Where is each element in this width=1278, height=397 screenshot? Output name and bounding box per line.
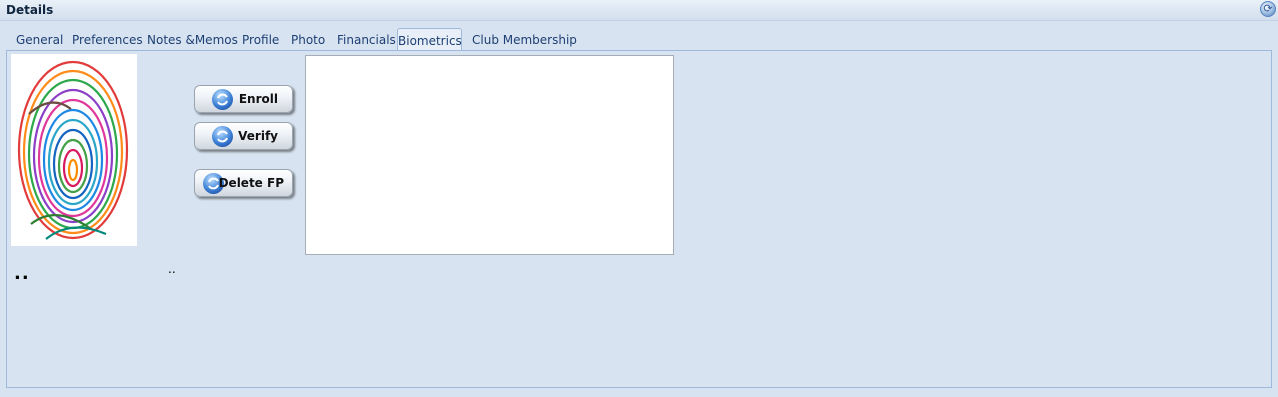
enroll-button-label: Enroll: [238, 92, 278, 106]
tab-notes-memos[interactable]: Notes &Memos: [147, 28, 238, 50]
refresh-arrows-icon: [212, 89, 233, 110]
fingerprint-image: [11, 54, 137, 246]
status-text-right: ..: [168, 262, 176, 276]
tab-profile[interactable]: Profile: [242, 28, 279, 50]
fingerprint-preview-box: [305, 55, 674, 255]
tab-club-membership[interactable]: Club Membership: [472, 28, 577, 50]
delete-fp-button-label: Delete FP: [218, 176, 284, 190]
tab-photo[interactable]: Photo: [291, 28, 325, 50]
tab-financials[interactable]: Financials: [337, 28, 396, 50]
verify-button-label: Verify: [238, 129, 278, 143]
refresh-icon[interactable]: ⟳: [1260, 1, 1276, 17]
tab-biometrics[interactable]: Biometrics: [397, 28, 462, 51]
delete-fp-button[interactable]: Delete FP: [194, 169, 293, 197]
status-text-left: ..: [14, 263, 30, 284]
verify-button[interactable]: Verify: [194, 122, 293, 150]
window-title: Details: [6, 3, 54, 17]
enroll-button[interactable]: Enroll: [194, 85, 293, 113]
title-bar: Details ⟳: [0, 0, 1278, 21]
tab-general[interactable]: General: [16, 28, 63, 50]
refresh-arrows-icon: [212, 126, 233, 147]
tab-preferences[interactable]: Preferences: [72, 28, 143, 50]
